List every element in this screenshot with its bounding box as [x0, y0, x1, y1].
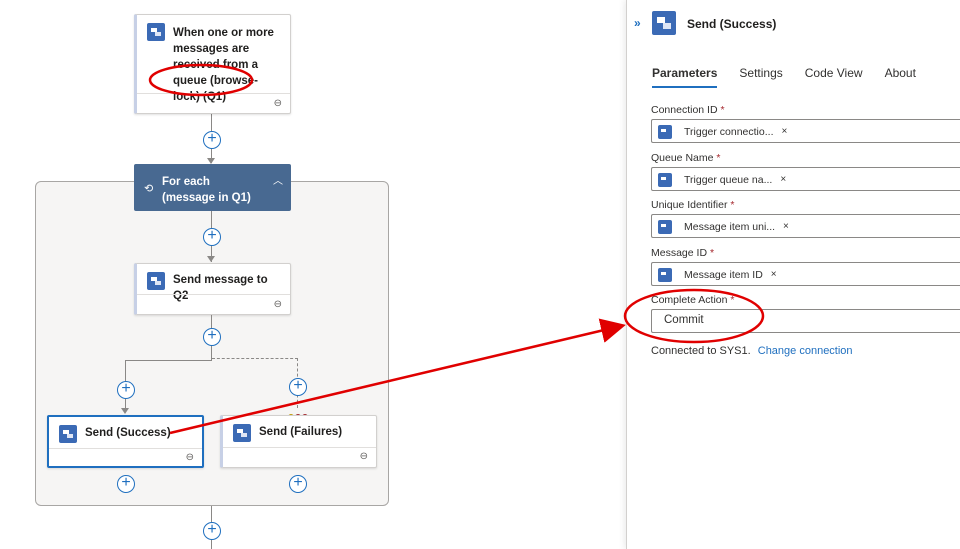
foreach-header[interactable]: ⟲ For each (message in Q1) ︿: [134, 164, 291, 211]
token-label: Trigger queue na...: [684, 173, 773, 186]
add-step-button[interactable]: +: [203, 522, 221, 540]
send-failures-card[interactable]: Send (Failures) ⊖: [220, 415, 377, 468]
service-bus-icon: [658, 219, 672, 234]
tab-code-view[interactable]: Code View: [805, 66, 863, 88]
token-label: Trigger connectio...: [684, 125, 774, 138]
connected-text: Connected to SYS1.: [651, 345, 751, 357]
add-step-button[interactable]: +: [117, 475, 135, 493]
required-marker: *: [709, 247, 715, 259]
connection-id-field[interactable]: Trigger connectio... ×: [651, 119, 960, 143]
panel-tabs: Parameters Settings Code View About: [652, 66, 938, 88]
remove-token-icon[interactable]: ×: [771, 269, 777, 280]
foreach-title: For each (message in Q1): [162, 176, 251, 204]
send-q2-title: Send message to Q2: [173, 274, 268, 302]
required-marker: *: [730, 199, 735, 211]
designer-canvas: + When one or more messages are received…: [0, 0, 626, 549]
service-bus-icon: [147, 272, 165, 290]
complete-action-field[interactable]: Commit: [651, 309, 960, 333]
change-connection-link[interactable]: Change connection: [758, 345, 853, 357]
add-step-button[interactable]: +: [203, 131, 221, 149]
service-bus-icon: [147, 23, 165, 41]
token-label: Message item uni...: [684, 220, 776, 233]
connector-arrow-icon: [207, 256, 215, 262]
queue-name-field[interactable]: Trigger queue na... ×: [651, 167, 960, 191]
divider: [223, 447, 376, 448]
message-id-field[interactable]: Message item ID ×: [651, 262, 960, 286]
panel-title: Send (Success): [687, 17, 777, 31]
remove-token-icon[interactable]: ×: [782, 126, 788, 137]
tab-about[interactable]: About: [885, 66, 916, 88]
send-success-title: Send (Success): [85, 427, 171, 439]
link-icon: ⊖: [185, 452, 194, 463]
connection-id-label: Connection ID *: [651, 104, 725, 116]
loop-icon: ⟲: [144, 183, 154, 195]
message-id-label: Message ID *: [651, 247, 714, 259]
send-failures-title: Send (Failures): [259, 426, 343, 438]
service-bus-icon: [652, 11, 676, 35]
send-q2-card[interactable]: Send message to Q2 ⊖: [134, 263, 291, 315]
tab-parameters[interactable]: Parameters: [652, 66, 718, 88]
add-step-button[interactable]: +: [203, 228, 221, 246]
connection-info: Connected to SYS1. Change connection: [651, 345, 853, 357]
service-bus-icon: [59, 425, 77, 443]
chevron-up-icon[interactable]: ︿: [273, 172, 283, 187]
required-marker: *: [730, 294, 735, 306]
divider: [137, 93, 290, 94]
service-bus-icon: [658, 124, 672, 139]
unique-identifier-label: Unique Identifier *: [651, 199, 734, 211]
complete-action-value: Commit: [664, 314, 704, 326]
link-icon: ⊖: [359, 451, 368, 462]
add-step-button[interactable]: +: [203, 328, 221, 346]
add-step-button[interactable]: +: [289, 475, 307, 493]
field-label-text: Message ID: [651, 247, 708, 259]
service-bus-icon: [658, 172, 672, 187]
required-marker: *: [720, 104, 725, 116]
branch-connector-dashed: [212, 358, 298, 359]
tab-settings[interactable]: Settings: [739, 66, 782, 88]
token-label: Message item ID: [684, 268, 763, 281]
divider: [49, 448, 202, 449]
complete-action-label: Complete Action *: [651, 294, 734, 306]
field-label-text: Queue Name: [651, 152, 714, 164]
link-icon: ⊖: [273, 98, 282, 109]
send-success-card[interactable]: Send (Success) ⊖: [47, 415, 204, 468]
remove-token-icon[interactable]: ×: [783, 221, 789, 232]
required-marker: *: [716, 152, 721, 164]
branch-connector: [125, 360, 212, 361]
field-label-text: Unique Identifier: [651, 199, 728, 211]
divider: [137, 294, 290, 295]
trigger-card[interactable]: When one or more messages are received f…: [134, 14, 291, 114]
service-bus-icon: [658, 267, 672, 282]
service-bus-icon: [233, 424, 251, 442]
dynamic-content-token[interactable]: Trigger connectio... ×: [658, 124, 787, 139]
queue-name-label: Queue Name *: [651, 152, 720, 164]
panel-header: » Send (Success): [627, 0, 960, 48]
field-label-text: Complete Action: [651, 294, 728, 306]
connector-arrow-icon: [121, 408, 129, 414]
add-step-button[interactable]: +: [117, 381, 135, 399]
remove-token-icon[interactable]: ×: [780, 174, 786, 185]
dynamic-content-token[interactable]: Message item ID ×: [658, 267, 777, 282]
link-icon: ⊖: [273, 299, 282, 310]
add-step-button[interactable]: +: [289, 378, 307, 396]
unique-identifier-field[interactable]: Message item uni... ×: [651, 214, 960, 238]
dynamic-content-token[interactable]: Message item uni... ×: [658, 219, 789, 234]
field-label-text: Connection ID: [651, 104, 718, 116]
action-details-panel: » Send (Success) Parameters Settings Cod…: [626, 0, 960, 549]
dynamic-content-token[interactable]: Trigger queue na... ×: [658, 172, 786, 187]
double-chevron-right-icon[interactable]: »: [634, 16, 641, 30]
